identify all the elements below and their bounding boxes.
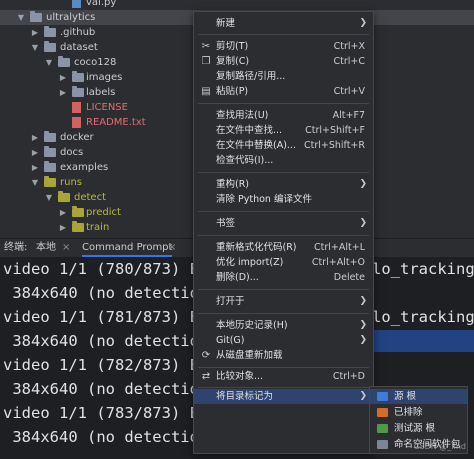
chevron-right-icon[interactable]: ▶ (30, 25, 40, 40)
menu-item-find-in-files[interactable]: 在文件中查找... Ctrl+Shift+F (194, 123, 373, 138)
chevron-down-icon[interactable]: ▼ (44, 55, 54, 70)
reload-icon: ⟳ (201, 350, 211, 361)
chevron-down-icon[interactable]: ▼ (30, 40, 40, 55)
chevron-right-icon: ❯ (359, 391, 367, 401)
tree-item-val-py[interactable]: val.py (0, 0, 474, 10)
menu-item-copy[interactable]: ❐ 复制(C) Ctrl+C (194, 54, 373, 69)
menu-separator (198, 313, 369, 314)
chevron-right-icon: ❯ (359, 18, 367, 28)
chevron-right-icon[interactable]: ▶ (58, 205, 68, 220)
chevron-right-icon[interactable]: ▶ (58, 220, 68, 235)
menu-item-git[interactable]: Git(G) ❯ (194, 333, 373, 348)
terminal-selection (370, 330, 474, 352)
chevron-down-icon[interactable]: ▼ (44, 190, 54, 205)
folder-icon (72, 221, 84, 232)
folder-icon (44, 176, 56, 187)
file-icon (72, 117, 81, 128)
terminal-line-fragment: lo_tracking\ (372, 260, 474, 278)
clipboard-icon: ▤ (201, 86, 211, 97)
chevron-down-icon[interactable]: ▼ (16, 10, 26, 25)
chevron-right-icon[interactable]: ▶ (30, 130, 40, 145)
terminal-line: video 1/1 (780/873) E (3, 260, 199, 278)
watermark: CSDN @_Iind (413, 442, 466, 451)
menu-item-refactor[interactable]: 重构(R) ❯ (194, 177, 373, 192)
folder-icon (58, 191, 70, 202)
folder-icon (72, 71, 84, 82)
chevron-right-icon: ❯ (359, 179, 367, 189)
tab-local[interactable]: 本地 (36, 239, 56, 257)
folder-icon (30, 11, 42, 22)
menu-item-paste[interactable]: ▤ 粘贴(P) Ctrl+V (194, 84, 373, 99)
folder-icon (44, 146, 56, 157)
menu-item-replace-in-files[interactable]: 在文件中替换(A)... Ctrl+Shift+R (194, 138, 373, 153)
terminal-line-fragment: lo_tracking\ (372, 308, 474, 326)
menu-item-bookmarks[interactable]: 书签 ❯ (194, 216, 373, 231)
menu-item-optimize-imports[interactable]: 优化 import(Z) Ctrl+Alt+O (194, 255, 373, 270)
terminal-line: 384x640 (no detection (3, 284, 209, 302)
terminal-line: 384x640 (no detection (3, 332, 209, 350)
menu-item-reformat-code[interactable]: 重新格式化代码(R) Ctrl+Alt+L (194, 240, 373, 255)
menu-separator (198, 235, 369, 236)
copy-icon: ❐ (201, 56, 211, 67)
chevron-right-icon[interactable]: ▶ (58, 70, 68, 85)
close-icon[interactable]: × (168, 239, 176, 257)
terminal-line: 384x640 (no detection (3, 380, 209, 398)
folder-icon (44, 161, 56, 172)
menu-separator (198, 34, 369, 35)
terminal-line: video 1/1 (781/873) E (3, 308, 199, 326)
folder-icon (377, 440, 388, 449)
submenu-item-excluded[interactable]: 已排除 (370, 405, 467, 420)
chevron-right-icon: ❯ (359, 296, 367, 306)
submenu-item-sources-root[interactable]: 源 根 (370, 389, 467, 404)
menu-item-open-in[interactable]: 打开于 ❯ (194, 294, 373, 309)
folder-icon (377, 424, 388, 433)
menu-item-cut[interactable]: ✂ 剪切(T) Ctrl+X (194, 39, 373, 54)
menu-item-inspect-code[interactable]: 检查代码(I)... (194, 153, 373, 168)
chevron-right-icon[interactable]: ▶ (30, 145, 40, 160)
close-icon[interactable]: × (62, 239, 70, 257)
submenu-item-test-sources-root[interactable]: 测试源 根 (370, 421, 467, 436)
chevron-right-icon: ❯ (359, 335, 367, 345)
menu-separator (198, 103, 369, 104)
folder-icon (44, 26, 56, 37)
folder-icon (72, 206, 84, 217)
menu-item-find-usages[interactable]: 查找用法(U) Alt+F7 (194, 108, 373, 123)
menu-item-new[interactable]: 新建 ❯ (194, 16, 373, 31)
menu-item-mark-directory-as[interactable]: 将目录标记为 ❯ (194, 389, 373, 404)
compare-icon: ⇄ (201, 371, 211, 382)
menu-item-reload-from-disk[interactable]: ⟳ 从磁盘重新加载 (194, 348, 373, 363)
folder-icon (58, 56, 70, 67)
menu-item-copy-path[interactable]: 复制路径/引用... (194, 69, 373, 84)
tab-command-prompt[interactable]: Command Prompt (82, 239, 173, 257)
folder-icon (72, 86, 84, 97)
menu-item-clean-python[interactable]: 清除 Python 编译文件 (194, 192, 373, 207)
folder-icon (377, 408, 388, 417)
menu-separator (198, 211, 369, 212)
chevron-down-icon[interactable]: ▼ (30, 175, 40, 190)
menu-item-delete[interactable]: 删除(D)... Delete (194, 270, 373, 285)
menu-item-compare-with[interactable]: ⇄ 比较对象... Ctrl+D (194, 369, 373, 384)
python-file-icon (72, 0, 81, 8)
terminal-line: video 1/1 (782/873) E (3, 356, 199, 374)
menu-separator (198, 367, 369, 368)
menu-separator (198, 172, 369, 173)
folder-icon (44, 41, 56, 52)
context-menu: 新建 ❯ ✂ 剪切(T) Ctrl+X ❐ 复制(C) Ctrl+C 复制路径/… (193, 11, 374, 454)
menu-separator (198, 289, 369, 290)
menu-item-local-history[interactable]: 本地历史记录(H) ❯ (194, 318, 373, 333)
folder-icon (377, 392, 388, 401)
chevron-right-icon[interactable]: ▶ (58, 85, 68, 100)
menu-separator (198, 387, 369, 388)
chevron-right-icon: ❯ (359, 218, 367, 228)
terminal-panel-label: 终端: (4, 242, 28, 253)
chevron-right-icon: ❯ (359, 320, 367, 330)
file-icon (72, 102, 81, 113)
chevron-right-icon[interactable]: ▶ (30, 160, 40, 175)
folder-icon (44, 131, 56, 142)
scissors-icon: ✂ (201, 41, 211, 52)
